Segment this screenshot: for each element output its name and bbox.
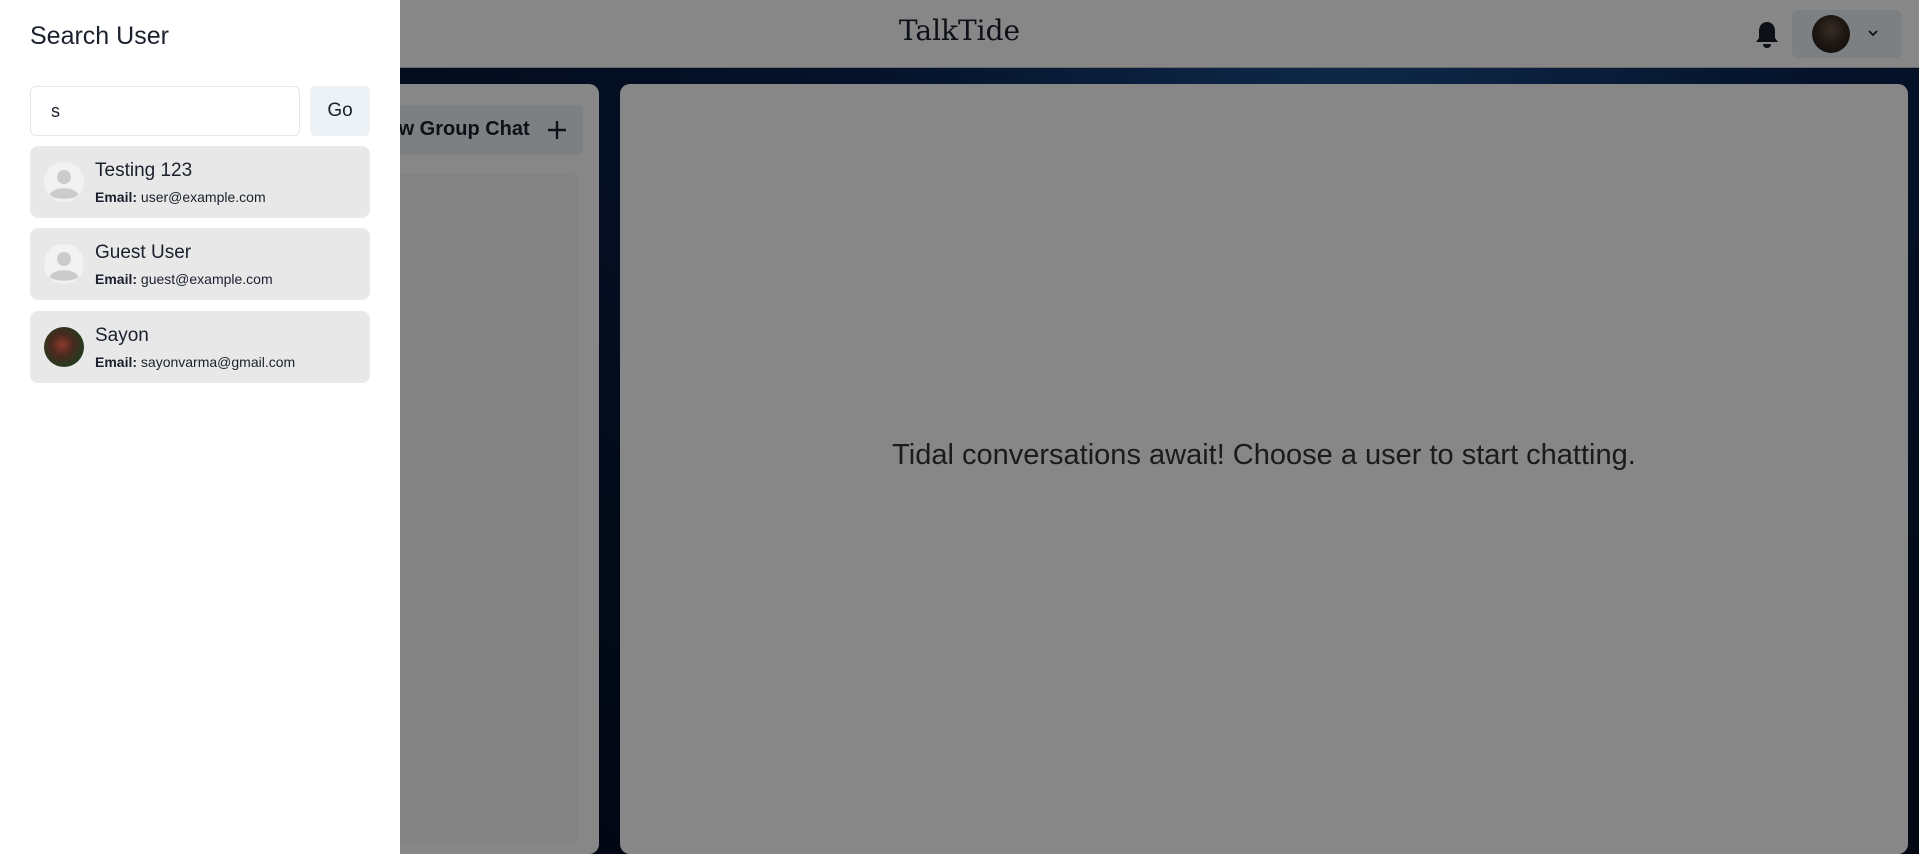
user-name: Guest User [95, 242, 192, 263]
user-photo-avatar [44, 327, 84, 367]
email-label: Email: [95, 271, 138, 287]
email-value: guest@example.com [140, 271, 273, 287]
user-name: Testing 123 [95, 160, 193, 181]
user-email: Email: guest@example.com [95, 271, 273, 287]
default-avatar-icon [44, 244, 84, 284]
user-email: Email: user@example.com [95, 189, 266, 205]
email-value: sayonvarma@gmail.com [140, 354, 296, 370]
user-name: Sayon [95, 325, 149, 346]
search-result-item[interactable]: Testing 123 Email: user@example.com [30, 146, 370, 218]
go-button[interactable]: Go [310, 86, 370, 136]
search-result-item[interactable]: Sayon Email: sayonvarma@gmail.com [30, 311, 370, 383]
search-result-item[interactable]: Guest User Email: guest@example.com [30, 228, 370, 300]
user-email: Email: sayonvarma@gmail.com [95, 354, 295, 370]
drawer-title: Search User [30, 22, 169, 50]
email-label: Email: [95, 354, 138, 370]
email-label: Email: [95, 189, 138, 205]
email-value: user@example.com [140, 189, 266, 205]
search-input[interactable] [30, 86, 300, 136]
search-user-drawer: Search User Go Testing 123 Email: user@e… [0, 0, 400, 854]
default-avatar-icon [44, 162, 84, 202]
